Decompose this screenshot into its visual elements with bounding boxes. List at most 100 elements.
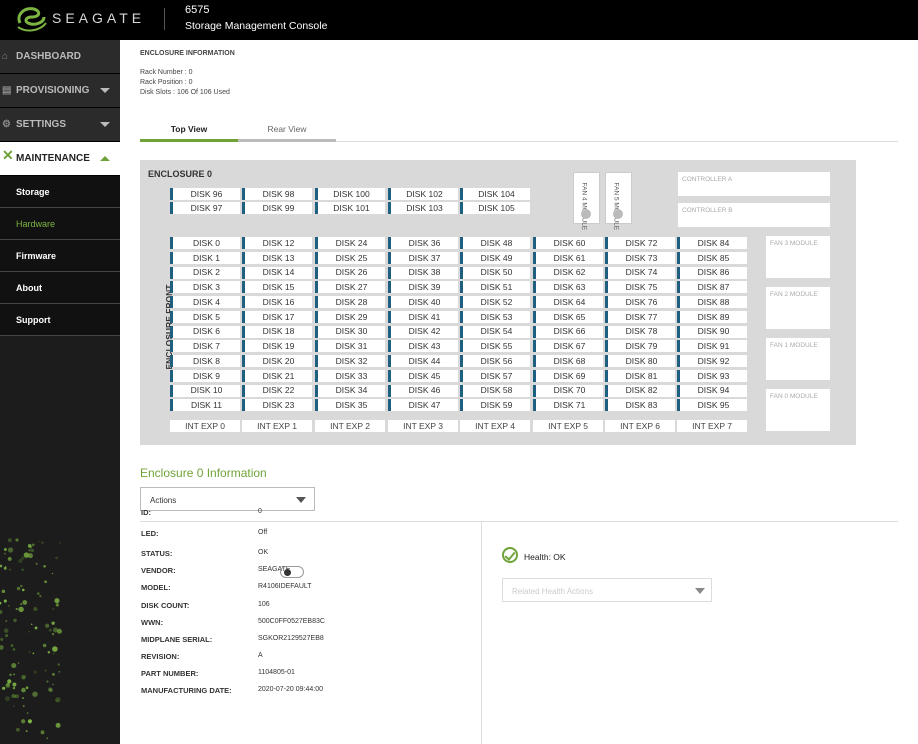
disk-slot[interactable]: DISK 29	[315, 310, 385, 323]
nav-dashboard[interactable]: ⌂ DASHBOARD	[0, 40, 120, 74]
disk-slot[interactable]: DISK 70	[533, 384, 603, 397]
led-toggle[interactable]	[280, 566, 304, 578]
fan-4-module[interactable]: FAN 4 MODULE	[573, 172, 600, 230]
disk-slot[interactable]: DISK 91	[677, 340, 747, 353]
disk-slot[interactable]: DISK 77	[605, 310, 675, 323]
disk-slot[interactable]: DISK 89	[677, 310, 747, 323]
disk-slot[interactable]: DISK 87	[677, 281, 747, 294]
disk-slot[interactable]: DISK 78	[605, 325, 675, 338]
disk-slot[interactable]: DISK 6	[170, 325, 240, 338]
sub-nav-about[interactable]: About	[0, 272, 120, 304]
disk-slot[interactable]: DISK 74	[605, 266, 675, 279]
fan-3-module[interactable]: FAN 3 MODULE	[766, 236, 830, 278]
disk-slot[interactable]: DISK 14	[242, 266, 312, 279]
disk-slot[interactable]: DISK 26	[315, 266, 385, 279]
sub-nav-storage[interactable]: Storage	[0, 176, 120, 208]
disk-slot[interactable]: DISK 39	[388, 281, 458, 294]
disk-slot[interactable]: DISK 81	[605, 369, 675, 382]
related-health-actions-dropdown[interactable]: Related Health Actions	[502, 578, 712, 602]
fan-2-module[interactable]: FAN 2 MODULE	[766, 287, 830, 329]
disk-slot[interactable]: DISK 75	[605, 281, 675, 294]
disk-slot[interactable]: DISK 95	[677, 399, 747, 412]
disk-slot[interactable]: DISK 40	[388, 296, 458, 308]
controller-b[interactable]: CONTROLLER B	[678, 203, 830, 227]
disk-slot[interactable]: DISK 32	[315, 355, 385, 367]
disk-slot[interactable]: DISK 48	[460, 237, 530, 249]
disk-slot[interactable]: DISK 64	[533, 296, 603, 308]
disk-slot[interactable]: DISK 80	[605, 355, 675, 367]
disk-slot[interactable]: DISK 54	[460, 325, 530, 338]
disk-slot[interactable]: DISK 3	[170, 281, 240, 294]
disk-slot[interactable]: DISK 43	[388, 340, 458, 353]
disk-slot[interactable]: DISK 96	[170, 188, 240, 200]
disk-slot[interactable]: DISK 57	[460, 369, 530, 382]
disk-slot[interactable]: DISK 33	[315, 369, 385, 382]
disk-slot[interactable]: DISK 27	[315, 281, 385, 294]
tab-rear-view[interactable]: Rear View	[238, 118, 336, 142]
disk-slot[interactable]: DISK 34	[315, 384, 385, 397]
disk-slot[interactable]: DISK 93	[677, 369, 747, 382]
disk-slot[interactable]: DISK 85	[677, 251, 747, 264]
disk-slot[interactable]: DISK 83	[605, 399, 675, 412]
disk-slot[interactable]: DISK 25	[315, 251, 385, 264]
int-exp-slot[interactable]: INT EXP 5	[533, 420, 603, 432]
disk-slot[interactable]: DISK 41	[388, 310, 458, 323]
disk-slot[interactable]: DISK 7	[170, 340, 240, 353]
disk-slot[interactable]: DISK 8	[170, 355, 240, 367]
disk-slot[interactable]: DISK 0	[170, 237, 240, 249]
disk-slot[interactable]: DISK 2	[170, 266, 240, 279]
disk-slot[interactable]: DISK 67	[533, 340, 603, 353]
disk-slot[interactable]: DISK 101	[315, 202, 385, 214]
disk-slot[interactable]: DISK 17	[242, 310, 312, 323]
disk-slot[interactable]: DISK 60	[533, 237, 603, 249]
disk-slot[interactable]: DISK 59	[460, 399, 530, 412]
disk-slot[interactable]: DISK 1	[170, 251, 240, 264]
tab-top-view[interactable]: Top View	[140, 118, 238, 142]
disk-slot[interactable]: DISK 76	[605, 296, 675, 308]
disk-slot[interactable]: DISK 103	[388, 202, 458, 214]
disk-slot[interactable]: DISK 65	[533, 310, 603, 323]
disk-slot[interactable]: DISK 28	[315, 296, 385, 308]
disk-slot[interactable]: DISK 99	[242, 202, 312, 214]
disk-slot[interactable]: DISK 30	[315, 325, 385, 338]
disk-slot[interactable]: DISK 36	[388, 237, 458, 249]
disk-slot[interactable]: DISK 19	[242, 340, 312, 353]
disk-slot[interactable]: DISK 56	[460, 355, 530, 367]
disk-slot[interactable]: DISK 86	[677, 266, 747, 279]
disk-slot[interactable]: DISK 50	[460, 266, 530, 279]
disk-slot[interactable]: DISK 38	[388, 266, 458, 279]
fan-5-module[interactable]: FAN 5 MODULE	[605, 172, 632, 230]
disk-slot[interactable]: DISK 72	[605, 237, 675, 249]
disk-slot[interactable]: DISK 63	[533, 281, 603, 294]
disk-slot[interactable]: DISK 35	[315, 399, 385, 412]
nav-maintenance[interactable]: ✕ MAINTENANCE	[0, 142, 120, 176]
int-exp-slot[interactable]: INT EXP 7	[677, 420, 747, 432]
disk-slot[interactable]: DISK 10	[170, 384, 240, 397]
disk-slot[interactable]: DISK 79	[605, 340, 675, 353]
disk-slot[interactable]: DISK 12	[242, 237, 312, 249]
nav-provisioning[interactable]: ▤ PROVISIONING	[0, 74, 120, 108]
disk-slot[interactable]: DISK 82	[605, 384, 675, 397]
sub-nav-support[interactable]: Support	[0, 304, 120, 336]
disk-slot[interactable]: DISK 15	[242, 281, 312, 294]
disk-slot[interactable]: DISK 37	[388, 251, 458, 264]
actions-dropdown[interactable]: Actions	[140, 487, 315, 511]
disk-slot[interactable]: DISK 9	[170, 369, 240, 382]
disk-slot[interactable]: DISK 84	[677, 237, 747, 249]
disk-slot[interactable]: DISK 49	[460, 251, 530, 264]
disk-slot[interactable]: DISK 53	[460, 310, 530, 323]
disk-slot[interactable]: DISK 13	[242, 251, 312, 264]
disk-slot[interactable]: DISK 52	[460, 296, 530, 308]
disk-slot[interactable]: DISK 24	[315, 237, 385, 249]
disk-slot[interactable]: DISK 100	[315, 188, 385, 200]
disk-slot[interactable]: DISK 68	[533, 355, 603, 367]
disk-slot[interactable]: DISK 5	[170, 310, 240, 323]
fan-1-module[interactable]: FAN 1 MODULE	[766, 338, 830, 380]
disk-slot[interactable]: DISK 55	[460, 340, 530, 353]
disk-slot[interactable]: DISK 21	[242, 369, 312, 382]
int-exp-slot[interactable]: INT EXP 4	[460, 420, 530, 432]
disk-slot[interactable]: DISK 44	[388, 355, 458, 367]
disk-slot[interactable]: DISK 102	[388, 188, 458, 200]
disk-slot[interactable]: DISK 98	[242, 188, 312, 200]
disk-slot[interactable]: DISK 105	[460, 202, 530, 214]
